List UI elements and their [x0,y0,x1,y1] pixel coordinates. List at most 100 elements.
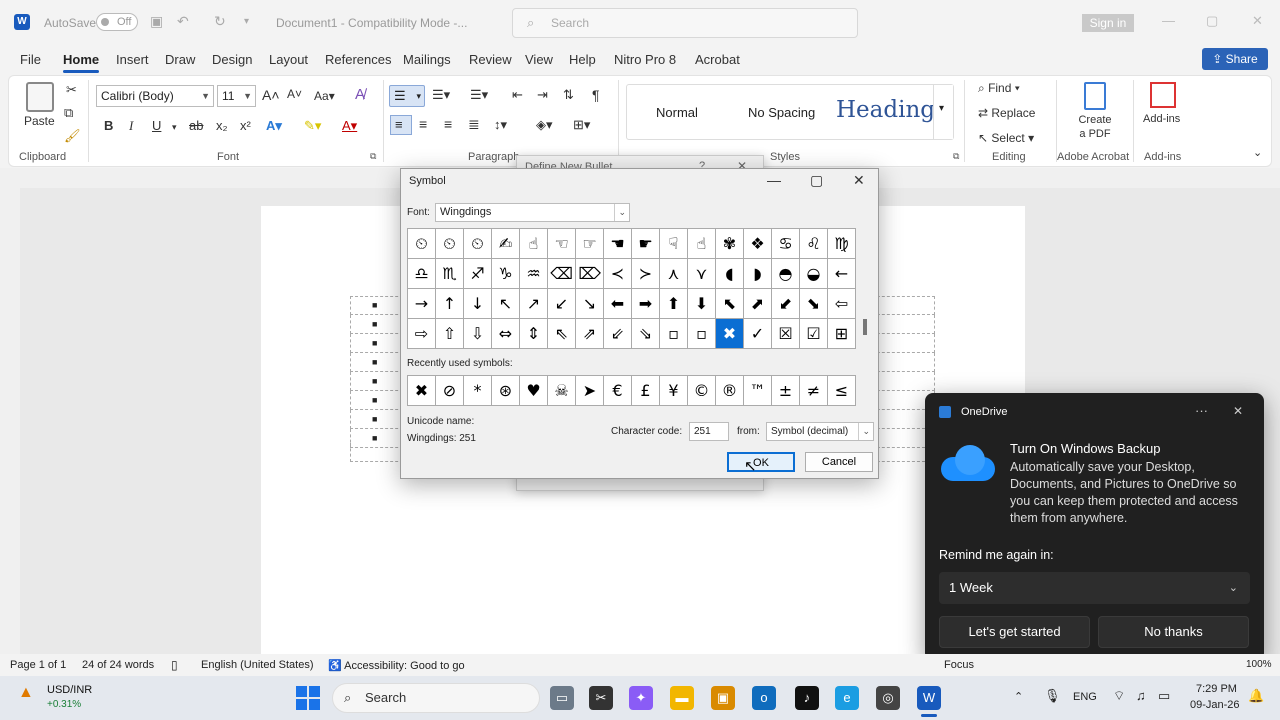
symbol-cell[interactable]: ➡ [632,289,660,319]
decrease-indent-icon[interactable]: ⇤ [512,87,523,103]
tiktok-icon[interactable]: ♪ [795,686,819,710]
symbol-cell[interactable]: ← [828,259,856,289]
dialog-launcher-icon[interactable]: ⧉ [953,151,959,162]
symbol-cell[interactable]: ⌫ [548,259,576,289]
add-ins-icon[interactable] [1150,82,1176,108]
close-icon[interactable]: ✕ [1233,404,1243,418]
search-input[interactable]: ⌕ Search [512,8,858,38]
symbol-cell[interactable]: ≻ [632,259,660,289]
symbol-cell[interactable]: ♑ [492,259,520,289]
highlight-icon[interactable]: ✎▾ [304,118,321,134]
symbol-cell[interactable]: ☟ [660,229,688,259]
symbol-cell[interactable]: ⇕ [520,319,548,349]
recent-symbol-cell[interactable]: ± [772,376,800,406]
symbol-cell[interactable]: ⬆ [660,289,688,319]
tab-draw[interactable]: Draw [165,52,195,67]
zoom-level[interactable]: 100% [1246,659,1272,670]
chrome-icon[interactable]: ◎ [876,686,900,710]
symbol-cell[interactable]: ⇨ [408,319,436,349]
recent-symbol-cell[interactable]: ¥ [660,376,688,406]
tab-review[interactable]: Review [469,52,512,67]
recent-symbol-cell[interactable]: ® [716,376,744,406]
symbol-cell[interactable]: ♎ [408,259,436,289]
symbol-cell[interactable]: ♏ [436,259,464,289]
symbol-cell[interactable]: ✖ [716,319,744,349]
symbol-cell[interactable]: ◗ [744,259,772,289]
volume-icon[interactable]: ♫ [1136,688,1146,703]
language-status[interactable]: English (United States) [201,659,314,671]
underline-icon[interactable]: U [152,118,161,133]
maximize-icon[interactable]: ▢ [1206,13,1218,29]
lets-get-started-button[interactable]: Let's get started [939,616,1090,648]
sort-icon[interactable]: ⇅ [563,87,574,103]
symbol-cell[interactable]: ⬇ [688,289,716,319]
change-case-button[interactable]: Aa▾ [314,89,335,103]
symbol-cell[interactable]: ⬉ [716,289,744,319]
chevron-down-icon[interactable]: ▾ [172,122,177,133]
symbol-cell[interactable]: ◒ [800,259,828,289]
font-color-icon[interactable]: A▾ [342,118,357,134]
ticker-name[interactable]: USD/INR [47,684,92,696]
ok-button[interactable]: OK [727,452,795,472]
tab-mailings[interactable]: Mailings [403,52,451,67]
symbol-cell[interactable]: ↑ [436,289,464,319]
proofing-icon[interactable]: ▯ [171,658,178,672]
font-size-combo[interactable]: 11 ▼ [217,85,256,107]
add-ins-label[interactable]: Add-ins [1143,113,1180,125]
symbol-cell[interactable]: ⌦ [576,259,604,289]
recent-symbol-cell[interactable]: © [688,376,716,406]
cancel-button[interactable]: Cancel [805,452,873,472]
symbol-cell[interactable]: ♐ [464,259,492,289]
superscript-icon[interactable]: x² [240,118,251,133]
recent-symbol-cell[interactable]: ✖ [408,376,436,406]
remind-interval-select[interactable]: 1 Week ⌄ [939,572,1250,604]
style-normal[interactable]: Normal [656,105,698,120]
recent-symbol-cell[interactable]: £ [632,376,660,406]
symbol-cell[interactable]: ⇔ [492,319,520,349]
create-pdf-icon[interactable] [1084,82,1106,110]
symbol-cell[interactable]: ◓ [772,259,800,289]
symbol-cell[interactable]: ≺ [604,259,632,289]
symbol-cell[interactable]: ⬅ [604,289,632,319]
subscript-icon[interactable]: x₂ [216,118,228,133]
tab-references[interactable]: References [325,52,391,67]
recent-symbol-cell[interactable]: ➤ [576,376,604,406]
file-explorer-icon[interactable]: ▬ [670,686,694,710]
font-select[interactable]: Wingdings ⌄ [435,203,630,222]
paste-button-label[interactable]: Paste [24,114,55,128]
align-right-icon[interactable]: ≡ [444,116,452,132]
sign-in-button[interactable]: Sign in [1082,14,1134,32]
minimize-icon[interactable]: — [767,172,781,188]
undo-icon[interactable]: ↶ [177,13,189,30]
copy-icon[interactable]: ⧉ [64,105,73,121]
symbol-cell[interactable]: ⋎ [688,259,716,289]
copilot-icon[interactable]: ✦ [629,686,653,710]
symbol-cell[interactable]: ↖ [492,289,520,319]
symbol-cell[interactable]: ⇩ [464,319,492,349]
multilevel-list-icon[interactable]: ☰▾ [470,87,488,103]
stocks-icon[interactable]: ▲ [18,684,34,702]
tab-layout[interactable]: Layout [269,52,308,67]
symbol-cell[interactable]: ⇦ [828,289,856,319]
symbol-cell[interactable]: ✾ [716,229,744,259]
symbol-cell[interactable]: ☒ [772,319,800,349]
recent-symbol-cell[interactable]: * [464,376,492,406]
tab-insert[interactable]: Insert [116,52,149,67]
clock-date[interactable]: 09-Jan-26 [1190,699,1240,711]
justify-icon[interactable]: ≣ [468,116,480,133]
symbol-grid-scrollbar[interactable] [863,319,867,335]
maximize-icon[interactable]: ▢ [810,172,823,189]
symbol-cell[interactable]: → [408,289,436,319]
battery-icon[interactable]: ▭ [1158,688,1170,704]
symbol-cell[interactable]: ♍ [828,229,856,259]
recent-symbol-cell[interactable]: € [604,376,632,406]
microphone-icon[interactable]: 🎙 [1044,688,1061,704]
symbol-cell[interactable]: ☞ [576,229,604,259]
borders-icon[interactable]: ⊞▾ [573,117,590,133]
numbering-icon[interactable]: ☰▾ [432,87,450,103]
collapse-ribbon-icon[interactable]: ⌄ [1253,146,1262,159]
page-count[interactable]: Page 1 of 1 [10,659,66,671]
symbol-cell[interactable]: ▫ [688,319,716,349]
symbol-cell[interactable]: ⇙ [604,319,632,349]
symbol-grid[interactable]: ⏲ ⏲ ⏲ ✍ ☝ ☜ ☞ ☚ ☛ ☟ ☝ ✾ ❖ ♋ ♌ ♍ ♎ ♏ ♐ ♑ ♒ ⌫ ⌦ ≺ ≻ ⋏ ⋎ ◖ ◗ ◓ ◒ ← → ↑ ↓ ↖ ↗ ↙ ↘ ⬅… [407,228,856,349]
